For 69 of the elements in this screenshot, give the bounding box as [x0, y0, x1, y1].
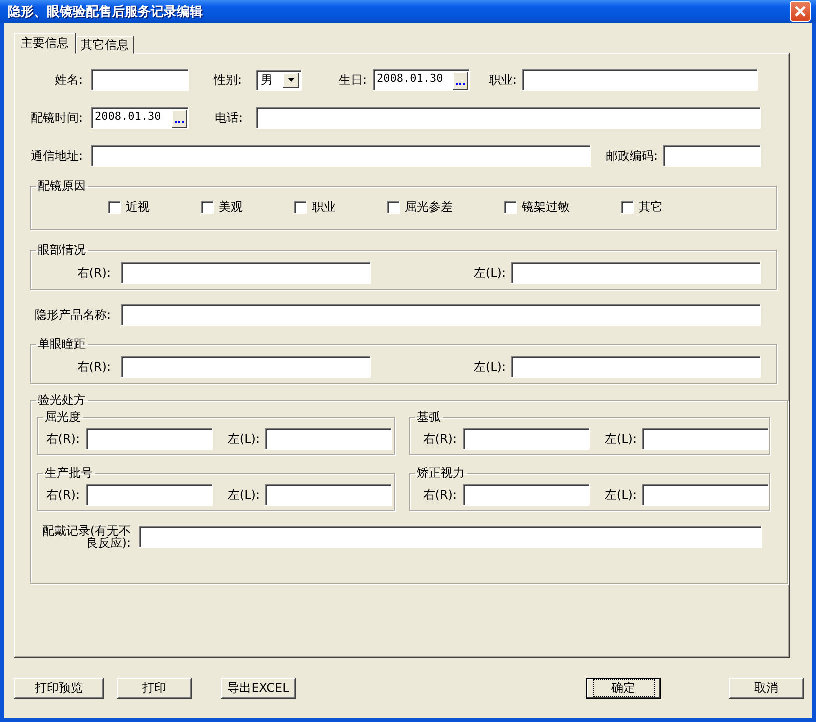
field-label: 邮政编码: [604, 148, 658, 164]
input-field[interactable] [642, 428, 769, 450]
group-title: 单眼瞳距 [37, 336, 87, 353]
tab[interactable]: 主要信息 [14, 33, 76, 54]
dropdown[interactable]: 男 [256, 70, 302, 90]
date-field[interactable]: 2008.01.30 [373, 69, 470, 91]
input-field[interactable] [463, 484, 590, 506]
window-title: 隐形、眼镜验配售后服务记录编辑 [8, 4, 204, 20]
field-label: 右(R): [422, 486, 457, 504]
dialog-button[interactable]: 确定 [586, 678, 661, 698]
field-label: 配戴记录(有无不良反应): [41, 525, 131, 549]
input-field[interactable] [91, 145, 591, 167]
input-field[interactable] [265, 428, 392, 450]
input-field[interactable] [511, 356, 761, 378]
field-label: 姓名: [54, 72, 83, 88]
date-field[interactable]: 2008.01.30 [91, 107, 189, 129]
input-field[interactable] [139, 526, 762, 548]
close-icon [794, 5, 807, 18]
input-field[interactable] [121, 304, 761, 326]
field-label: 电话: [214, 110, 243, 126]
field-label: 配镜时间: [30, 110, 83, 126]
input-field[interactable] [121, 356, 371, 378]
checkbox[interactable]: 职业 [294, 199, 336, 216]
field-label: 左(L): [226, 486, 260, 504]
field-label: 左(L): [604, 430, 637, 448]
input-field[interactable] [522, 69, 758, 91]
field-label: 通信地址: [30, 148, 83, 164]
field-label: 右(R): [76, 358, 111, 376]
group-title: 基弧 [416, 409, 442, 426]
dialog-button[interactable]: 导出EXCEL [221, 678, 296, 698]
field-label: 右(R): [45, 430, 80, 448]
input-field[interactable] [642, 484, 769, 506]
checkbox[interactable]: 其它 [621, 199, 663, 216]
checkbox[interactable]: 镜架过敏 [504, 199, 570, 216]
field-label: 左(L): [472, 264, 506, 282]
input-field[interactable] [256, 107, 761, 129]
checkbox[interactable]: 屈光参差 [387, 199, 453, 216]
input-field[interactable] [511, 262, 761, 284]
field-label: 职业: [488, 72, 517, 88]
input-field[interactable] [663, 145, 761, 167]
input-field[interactable] [86, 484, 213, 506]
field-label: 性别: [212, 72, 242, 88]
input-field[interactable] [121, 262, 371, 284]
input-field[interactable] [463, 428, 590, 450]
field-label: 右(R): [76, 264, 111, 282]
group-title: 矫正视力 [416, 465, 466, 482]
dialog-button[interactable]: 取消 [729, 678, 804, 698]
input-field[interactable] [265, 484, 392, 506]
field-label: 左(L): [604, 486, 637, 504]
group-title: 验光处方 [37, 392, 87, 409]
input-field[interactable] [86, 428, 213, 450]
field-label: 生日: [338, 72, 367, 88]
group-title: 生产批号 [44, 465, 94, 482]
dialog-button[interactable]: 打印 [117, 678, 192, 698]
field-label: 左(L): [472, 358, 506, 376]
checkbox[interactable]: 美观 [201, 199, 243, 216]
group-title: 屈光度 [44, 409, 82, 426]
tab[interactable]: 其它信息 [76, 36, 134, 54]
input-field[interactable] [91, 69, 189, 91]
field-label: 左(L): [226, 430, 260, 448]
group-title: 眼部情况 [37, 242, 87, 259]
caret-icon [288, 78, 294, 82]
close-button[interactable] [790, 1, 811, 22]
field-label: 右(R): [422, 430, 457, 448]
dialog-button[interactable]: 打印预览 [14, 678, 104, 698]
group-title: 配镜原因 [37, 178, 87, 195]
field-label: 右(R): [45, 486, 80, 504]
checkbox[interactable]: 近视 [108, 199, 150, 216]
field-label: 隐形产品名称: [34, 306, 111, 324]
